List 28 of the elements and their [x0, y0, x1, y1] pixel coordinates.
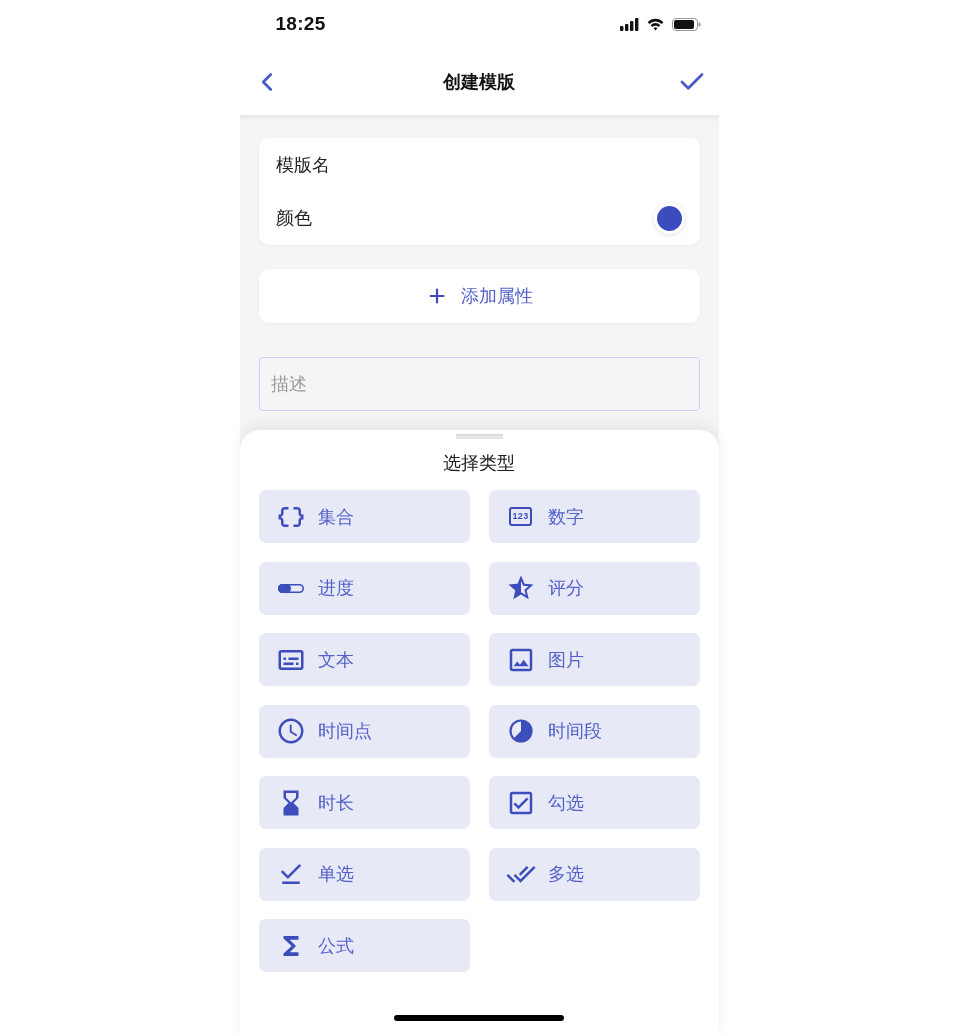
color-swatch-icon[interactable]: [656, 205, 682, 231]
pie-icon: [508, 719, 533, 743]
type-option[interactable]: 时间点: [258, 704, 470, 758]
wifi-icon: [646, 17, 664, 31]
digits-badge: 123: [509, 507, 532, 526]
type-option[interactable]: 进度: [258, 561, 470, 615]
add-attribute-button[interactable]: 添加属性: [258, 269, 700, 323]
sheet-title: 选择类型: [443, 452, 515, 475]
battery-icon: [671, 17, 701, 31]
type-option[interactable]: 多选: [488, 847, 700, 901]
description-field[interactable]: 描述: [258, 357, 700, 411]
status-time: 18:25: [275, 13, 326, 35]
template-name-label: 模版名: [275, 153, 330, 177]
signal-icon: [619, 17, 639, 31]
type-option[interactable]: 评分: [488, 561, 700, 615]
type-option[interactable]: 时长: [258, 776, 470, 829]
type-option[interactable]: 123 数字: [488, 490, 700, 543]
color-label: 颜色: [275, 207, 312, 231]
type-option[interactable]: 勾选: [488, 776, 700, 829]
type-option[interactable]: 时间段: [488, 704, 700, 758]
type-option[interactable]: 集合: [258, 490, 470, 543]
page-title: 创建模版: [442, 70, 516, 94]
progress-bar-icon: [277, 583, 304, 593]
type-option[interactable]: 文本: [258, 633, 470, 686]
type-option[interactable]: 单选: [258, 847, 470, 901]
drag-handle[interactable]: [455, 434, 503, 439]
type-option[interactable]: 图片: [488, 633, 700, 686]
type-option[interactable]: 公式: [258, 919, 470, 972]
